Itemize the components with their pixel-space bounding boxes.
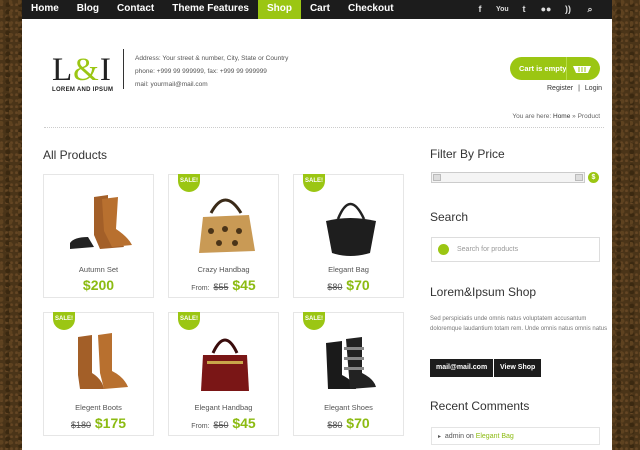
- view-shop-button[interactable]: View Shop: [494, 359, 542, 377]
- contact-info: Address: Your street & number, City, Sta…: [135, 52, 288, 91]
- filter-button[interactable]: $: [588, 172, 599, 183]
- breadcrumb: You are here: Home » Product: [512, 113, 600, 120]
- filter-title: Filter By Price: [430, 147, 505, 161]
- phone-line: phone: +999 99 999999, fax: +999 99 9999…: [135, 68, 267, 75]
- nav-shop[interactable]: Shop: [257, 0, 301, 19]
- social-icons: f You t ●● )) ⌕: [474, 0, 596, 19]
- search-input[interactable]: Search for products: [431, 237, 600, 262]
- nav-theme-features[interactable]: Theme Features: [163, 0, 258, 19]
- product-image: [78, 333, 128, 389]
- product-card[interactable]: SALE! Elegant Shoes $80 $70: [293, 312, 404, 436]
- basket-icon: [573, 66, 591, 73]
- twitter-icon[interactable]: t: [518, 0, 530, 19]
- divider: [44, 127, 604, 128]
- search-icon[interactable]: ⌕: [584, 0, 596, 19]
- nav-blog[interactable]: Blog: [68, 0, 108, 19]
- facebook-icon[interactable]: f: [474, 0, 486, 19]
- cart-button[interactable]: Cart is empty: [510, 57, 600, 80]
- product-card[interactable]: SALE! Crazy Handbag From: $55 $45: [168, 174, 279, 298]
- mail-line: mail: yourmail@mail.com: [135, 81, 208, 88]
- shop-description: Sed perspiciatis unde omnis natus volupt…: [430, 316, 608, 332]
- nav-cart[interactable]: Cart: [301, 0, 339, 19]
- product-card[interactable]: SALE! Elegent Boots $180 $175: [43, 312, 154, 436]
- main-nav: Home Blog Contact Theme Features Shop Ca…: [22, 0, 403, 19]
- page-title: All Products: [43, 148, 108, 162]
- product-image: [201, 338, 249, 391]
- address-line: Address: Your street & number, City, Sta…: [135, 55, 289, 62]
- slider-handle-max[interactable]: [575, 174, 583, 181]
- comment-post-link[interactable]: Elegant Bag: [476, 433, 514, 440]
- product-card[interactable]: SALE! Elegant Handbag From: $50 $45: [168, 312, 279, 436]
- product-image: [70, 195, 132, 249]
- shop-title: Lorem&Ipsum Shop: [430, 285, 537, 299]
- product-image: [326, 202, 376, 256]
- youtube-icon[interactable]: You: [496, 0, 509, 19]
- product-card[interactable]: SALE! Elegant Bag $80 $70: [293, 174, 404, 298]
- nav-contact[interactable]: Contact: [108, 0, 163, 19]
- comment-item: ▸ admin on Elegant Bag: [431, 427, 600, 445]
- header-divider: [123, 49, 124, 89]
- breadcrumb-home[interactable]: Home: [553, 113, 570, 120]
- product-image: [326, 337, 376, 389]
- product-image: [199, 198, 255, 253]
- nav-checkout[interactable]: Checkout: [339, 0, 403, 19]
- slider-handle-min[interactable]: [433, 174, 441, 181]
- account-links: Register | Login: [547, 85, 603, 92]
- mail-button[interactable]: mail@mail.com: [430, 359, 494, 377]
- site-logo[interactable]: L&I LOREM AND IPSUM: [52, 54, 113, 94]
- product-card[interactable]: Autumn Set $200: [43, 174, 154, 298]
- search-title: Search: [430, 210, 469, 224]
- rss-icon[interactable]: )): [562, 0, 574, 19]
- comments-title: Recent Comments: [430, 399, 530, 413]
- nav-home[interactable]: Home: [22, 0, 68, 19]
- login-link[interactable]: Login: [585, 85, 602, 92]
- search-icon: [438, 244, 449, 255]
- page: L&I LOREM AND IPSUM Address: Your street…: [22, 19, 612, 450]
- flickr-icon[interactable]: ●●: [540, 0, 552, 19]
- register-link[interactable]: Register: [547, 85, 573, 92]
- price-slider[interactable]: [431, 172, 585, 183]
